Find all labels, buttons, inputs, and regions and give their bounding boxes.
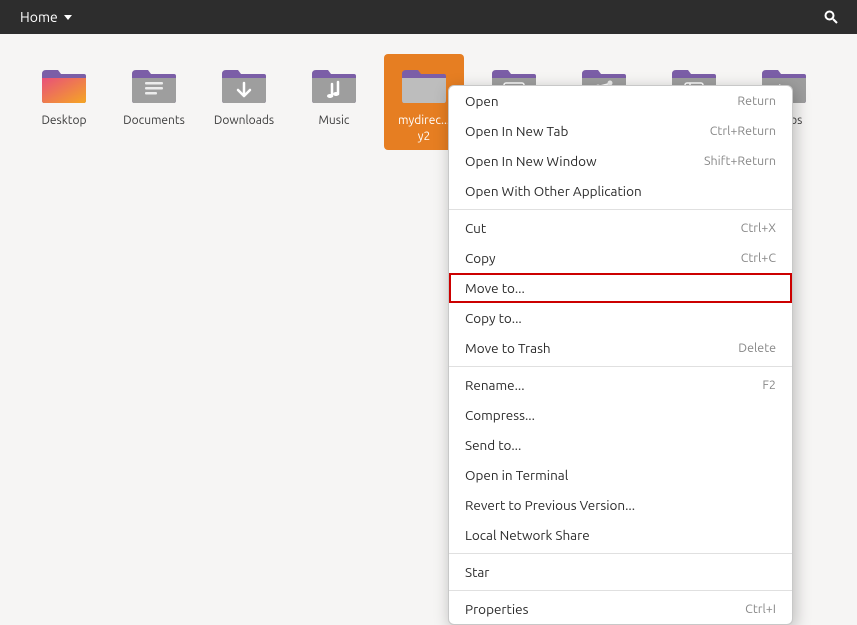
menu-item-move-to-trash[interactable]: Move to Trash Delete [449, 333, 792, 363]
folder-desktop[interactable]: Desktop [24, 54, 104, 135]
folder-downloads-label: Downloads [214, 113, 274, 129]
folder-desktop-label: Desktop [41, 113, 86, 129]
menu-item-open-in-new-window[interactable]: Open In New Window Shift+Return [449, 146, 792, 176]
folder-music[interactable]: Music [294, 54, 374, 135]
menu-item-label: Open In New Window [465, 153, 597, 169]
menu-item-move-to-[interactable]: Move to... [449, 273, 792, 303]
menu-item-revert-to-previous-version-[interactable]: Revert to Previous Version... [449, 490, 792, 520]
titlebar: Home [0, 0, 857, 34]
menu-item-label: Properties [465, 601, 528, 617]
menu-item-shortcut: Ctrl+X [741, 221, 776, 235]
folder-music-icon [308, 60, 360, 108]
menu-item-label: Move to Trash [465, 340, 551, 356]
menu-item-open-in-terminal[interactable]: Open in Terminal [449, 460, 792, 490]
menu-item-label: Open [465, 93, 499, 109]
menu-item-label: Compress... [465, 407, 535, 423]
menu-item-label: Star [465, 564, 489, 580]
menu-item-shortcut: Return [737, 94, 776, 108]
search-icon [823, 9, 839, 25]
menu-item-copy-to-[interactable]: Copy to... [449, 303, 792, 333]
menu-item-shortcut: Ctrl+I [745, 602, 776, 616]
menu-item-label: Revert to Previous Version... [465, 497, 635, 513]
menu-separator [449, 590, 792, 591]
menu-item-label: Open In New Tab [465, 123, 568, 139]
menu-item-shortcut: F2 [762, 378, 776, 392]
menu-item-properties[interactable]: Properties Ctrl+I [449, 594, 792, 624]
menu-item-send-to-[interactable]: Send to... [449, 430, 792, 460]
menu-item-label: Send to... [465, 437, 521, 453]
folder-documents[interactable]: Documents [114, 54, 194, 135]
menu-separator [449, 553, 792, 554]
folder-desktop-icon [38, 60, 90, 108]
menu-item-label: Rename... [465, 377, 525, 393]
folder-documents-icon [128, 60, 180, 108]
menu-item-open-with-other-application[interactable]: Open With Other Application [449, 176, 792, 206]
context-menu: OpenReturnOpen In New TabCtrl+ReturnOpen… [448, 85, 793, 625]
menu-item-star[interactable]: Star [449, 557, 792, 587]
chevron-down-icon [64, 15, 72, 20]
menu-item-copy[interactable]: Copy Ctrl+C [449, 243, 792, 273]
menu-item-open[interactable]: Open Return [449, 86, 792, 116]
menu-item-cut[interactable]: Cut Ctrl+X [449, 213, 792, 243]
folder-mydirectory2-icon [398, 60, 450, 108]
menu-item-label: Open With Other Application [465, 183, 642, 199]
menu-item-label: Move to... [465, 280, 525, 296]
menu-item-local-network-share[interactable]: Local Network Share [449, 520, 792, 550]
menu-item-rename-[interactable]: Rename... F2 [449, 370, 792, 400]
menu-separator [449, 366, 792, 367]
folder-downloads-icon [218, 60, 270, 108]
search-button[interactable] [817, 3, 845, 31]
home-label: Home [20, 9, 58, 25]
menu-item-label: Copy [465, 250, 496, 266]
home-button[interactable]: Home [12, 5, 80, 29]
menu-item-open-in-new-tab[interactable]: Open In New Tab Ctrl+Return [449, 116, 792, 146]
folder-mydirectory2-label: mydirec...y2 [398, 113, 450, 144]
menu-item-shortcut: Ctrl+Return [710, 124, 776, 138]
menu-item-shortcut: Delete [738, 341, 776, 355]
menu-item-label: Open in Terminal [465, 467, 568, 483]
menu-separator [449, 209, 792, 210]
menu-item-label: Local Network Share [465, 527, 590, 543]
menu-item-shortcut: Shift+Return [704, 154, 776, 168]
folder-downloads[interactable]: Downloads [204, 54, 284, 135]
folder-music-label: Music [319, 113, 350, 129]
menu-item-shortcut: Ctrl+C [741, 251, 776, 265]
menu-item-compress-[interactable]: Compress... [449, 400, 792, 430]
menu-item-label: Cut [465, 220, 486, 236]
menu-item-label: Copy to... [465, 310, 522, 326]
folder-documents-label: Documents [123, 113, 185, 129]
